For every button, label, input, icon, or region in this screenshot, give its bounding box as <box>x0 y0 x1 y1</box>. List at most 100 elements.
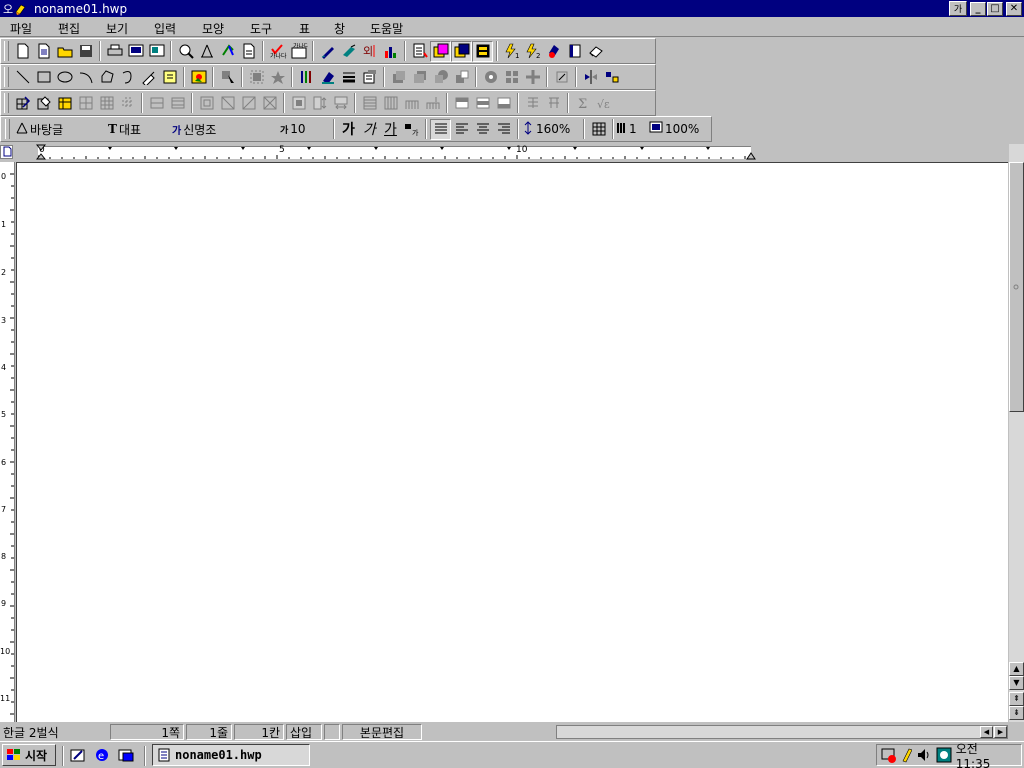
menu-view[interactable]: 보기 <box>106 20 128 37</box>
print-icon[interactable] <box>104 41 125 62</box>
macro-record-icon[interactable] <box>543 41 564 62</box>
paragraph-format-icon[interactable] <box>217 41 238 62</box>
bold-icon[interactable]: 가 <box>338 119 359 140</box>
scroll-down-arrow-icon[interactable]: ▼ <box>1009 676 1024 690</box>
arc-tool-icon[interactable] <box>75 67 96 88</box>
cell-merge-icon[interactable] <box>288 93 309 114</box>
column-equal-icon[interactable] <box>380 93 401 114</box>
open-folder-icon[interactable] <box>54 41 75 62</box>
previous-page-icon[interactable]: ⇞ <box>1009 692 1024 706</box>
ungroup-objects-icon[interactable] <box>267 67 288 88</box>
line-style-icon[interactable] <box>296 67 317 88</box>
draw-brush-icon[interactable] <box>338 41 359 62</box>
polygon-tool-icon[interactable] <box>96 67 117 88</box>
volume-tray-icon[interactable] <box>916 747 932 763</box>
table-cells-icon[interactable] <box>96 93 117 114</box>
show-desktop-icon[interactable] <box>69 747 87 763</box>
group-objects-icon[interactable] <box>246 67 267 88</box>
table-fill-icon[interactable] <box>401 93 422 114</box>
ruler-corner-icon[interactable] <box>0 145 13 159</box>
text-to-table-icon[interactable] <box>543 93 564 114</box>
cell-diagonal-reverse-icon[interactable] <box>238 93 259 114</box>
bring-forward-icon[interactable] <box>388 67 409 88</box>
pen-tray-icon[interactable] <box>901 747 913 763</box>
center-align-icon[interactable] <box>472 119 493 140</box>
formula-icon[interactable]: √ε <box>593 93 614 114</box>
save-icon[interactable] <box>75 41 96 62</box>
page-setup-icon[interactable] <box>238 41 259 62</box>
minimize-button[interactable]: _ <box>970 1 986 16</box>
menu-window[interactable]: 창 <box>334 20 345 37</box>
dictionary-icon[interactable] <box>564 41 585 62</box>
fill-color-icon[interactable] <box>317 67 338 88</box>
object-properties-icon[interactable] <box>359 67 380 88</box>
align-objects-icon[interactable] <box>501 67 522 88</box>
ime-indicator[interactable]: 가 <box>949 1 967 16</box>
table-split-icon[interactable] <box>117 93 138 114</box>
send-backward-icon[interactable] <box>409 67 430 88</box>
maximize-button[interactable]: □ <box>987 1 1003 16</box>
send-to-back-icon[interactable] <box>451 67 472 88</box>
erase-table-line-icon[interactable] <box>33 93 54 114</box>
insert-row-icon[interactable] <box>146 93 167 114</box>
macro-2-icon[interactable]: 2 <box>522 41 543 62</box>
toolbar-grip[interactable] <box>5 119 10 139</box>
toolbar-toggle-a-icon[interactable] <box>430 40 451 62</box>
font-name-select[interactable]: 가 신명조 <box>172 119 280 139</box>
rectangle-tool-icon[interactable] <box>33 67 54 88</box>
cell-diagonal-icon[interactable] <box>217 93 238 114</box>
cell-cross-icon[interactable] <box>259 93 280 114</box>
new-document-icon[interactable] <box>12 41 33 62</box>
right-align-icon[interactable] <box>493 119 514 140</box>
toolbar-grip[interactable] <box>4 41 9 61</box>
line-tool-icon[interactable] <box>12 67 33 88</box>
document-info-icon[interactable] <box>409 41 430 62</box>
crop-object-icon[interactable] <box>551 67 572 88</box>
style-select[interactable]: 바탕글 <box>16 119 108 139</box>
print-preview-icon[interactable] <box>125 41 146 62</box>
columns-select[interactable]: 1 <box>617 119 645 139</box>
line-width-icon[interactable] <box>338 67 359 88</box>
close-button[interactable]: ✕ <box>1006 1 1022 16</box>
input-mode-status[interactable]: 한글 2벌식 <box>0 724 110 740</box>
macro-1-icon[interactable]: 1 <box>501 41 522 62</box>
toolbar-toggle-c-icon[interactable] <box>472 40 493 62</box>
chart-icon[interactable] <box>380 41 401 62</box>
rotate-object-icon[interactable] <box>480 67 501 88</box>
vertical-scrollbar[interactable]: ▲ ▼ ⇞ ⇟ <box>1009 144 1024 722</box>
app-icon[interactable]: 오 <box>0 1 30 17</box>
outlook-icon[interactable] <box>117 747 135 763</box>
draw-pen-icon[interactable] <box>317 41 338 62</box>
flip-horizontal-icon[interactable] <box>580 67 601 88</box>
ime-tray-icon[interactable] <box>936 747 952 763</box>
horizontal-scrollbar[interactable]: ◀ ▶ <box>556 725 1008 739</box>
table-insert-icon[interactable] <box>588 119 609 140</box>
toolbar-grip[interactable] <box>4 93 9 113</box>
menu-file[interactable]: 파일 <box>10 20 32 37</box>
eraser-icon[interactable] <box>585 41 606 62</box>
ruby-text-icon[interactable]: 외 <box>359 41 380 62</box>
line-spacing-select[interactable]: 160% <box>522 119 580 139</box>
preview-screen-icon[interactable] <box>146 41 167 62</box>
cell-width-icon[interactable] <box>330 93 351 114</box>
network-tray-icon[interactable] <box>881 747 897 763</box>
toolbar-toggle-b-icon[interactable] <box>451 40 472 62</box>
font-type-select[interactable]: T 대표 <box>108 119 172 139</box>
new-from-template-icon[interactable] <box>33 41 54 62</box>
clock[interactable]: 오전 11:35 <box>956 740 1015 768</box>
freehand-tool-icon[interactable] <box>138 67 159 88</box>
scroll-left-arrow-icon[interactable]: ◀ <box>980 726 993 738</box>
document-editing-area[interactable] <box>16 162 1008 722</box>
sum-formula-icon[interactable]: Σ <box>572 93 593 114</box>
scrollbar-thumb[interactable] <box>1009 162 1024 412</box>
browser-icon[interactable]: e <box>93 747 111 763</box>
ruler-track[interactable]: 0 5 10 <box>38 145 751 159</box>
character-format-icon[interactable] <box>196 41 217 62</box>
table-properties-icon[interactable] <box>54 93 75 114</box>
right-indent-marker-icon[interactable] <box>746 150 756 160</box>
left-align-icon[interactable] <box>451 119 472 140</box>
curve-tool-icon[interactable] <box>117 67 138 88</box>
scroll-up-arrow-icon[interactable]: ▲ <box>1009 662 1024 676</box>
menu-insert[interactable]: 입력 <box>154 20 176 37</box>
find-icon[interactable] <box>175 41 196 62</box>
